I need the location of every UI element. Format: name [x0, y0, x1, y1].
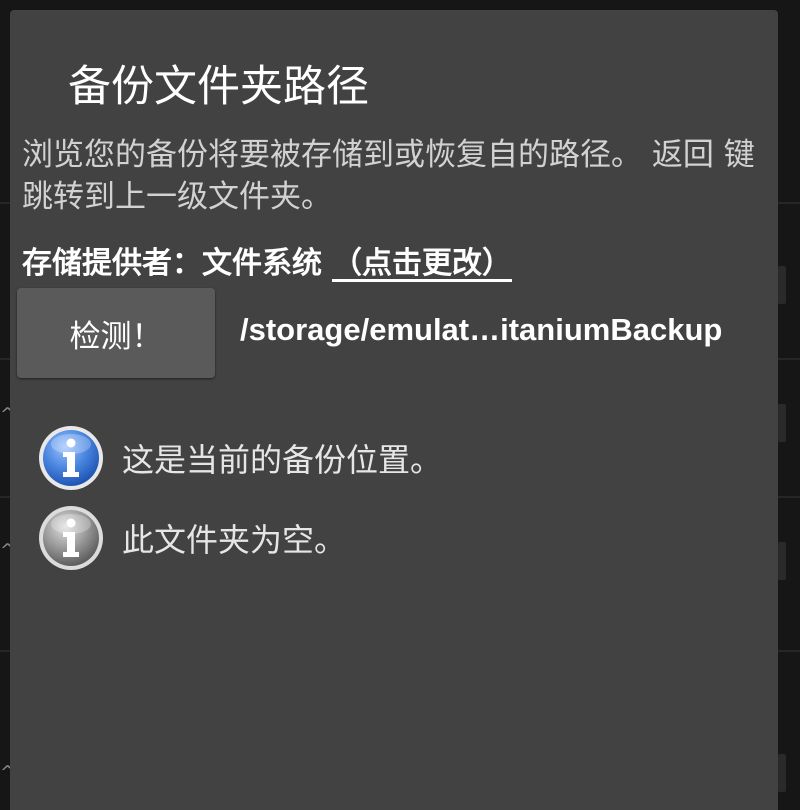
info-item-folder-empty: 此文件夹为空。	[37, 502, 346, 574]
change-provider-link[interactable]: （点击更改）	[332, 246, 512, 281]
storage-provider-row: 存储提供者：文件系统 （点击更改）	[22, 238, 512, 282]
background-edge	[778, 404, 786, 442]
dialog-title: 备份文件夹路径	[68, 62, 369, 112]
background-edge	[778, 754, 786, 792]
info-text: 此文件夹为空。	[122, 521, 347, 559]
info-text: 这是当前的备份位置。	[122, 441, 443, 479]
backup-folder-dialog: 备份文件夹路径 浏览您的备份将要被存储到或恢复自的路径。 返回 键跳转到上一级文…	[10, 10, 778, 810]
current-path: /storage/emulat…itaniumBackup	[240, 312, 723, 347]
detect-button[interactable]: 检测！	[17, 288, 215, 378]
storage-provider-label: 存储提供者：文件系统	[22, 246, 322, 281]
info-icon	[39, 506, 103, 570]
info-icon	[39, 426, 103, 490]
info-item-current-location: 这是当前的备份位置。	[37, 422, 442, 494]
background-edge	[778, 266, 786, 304]
background-edge	[778, 542, 786, 580]
dialog-description: 浏览您的备份将要被存储到或恢复自的路径。 返回 键跳转到上一级文件夹。	[22, 137, 755, 215]
